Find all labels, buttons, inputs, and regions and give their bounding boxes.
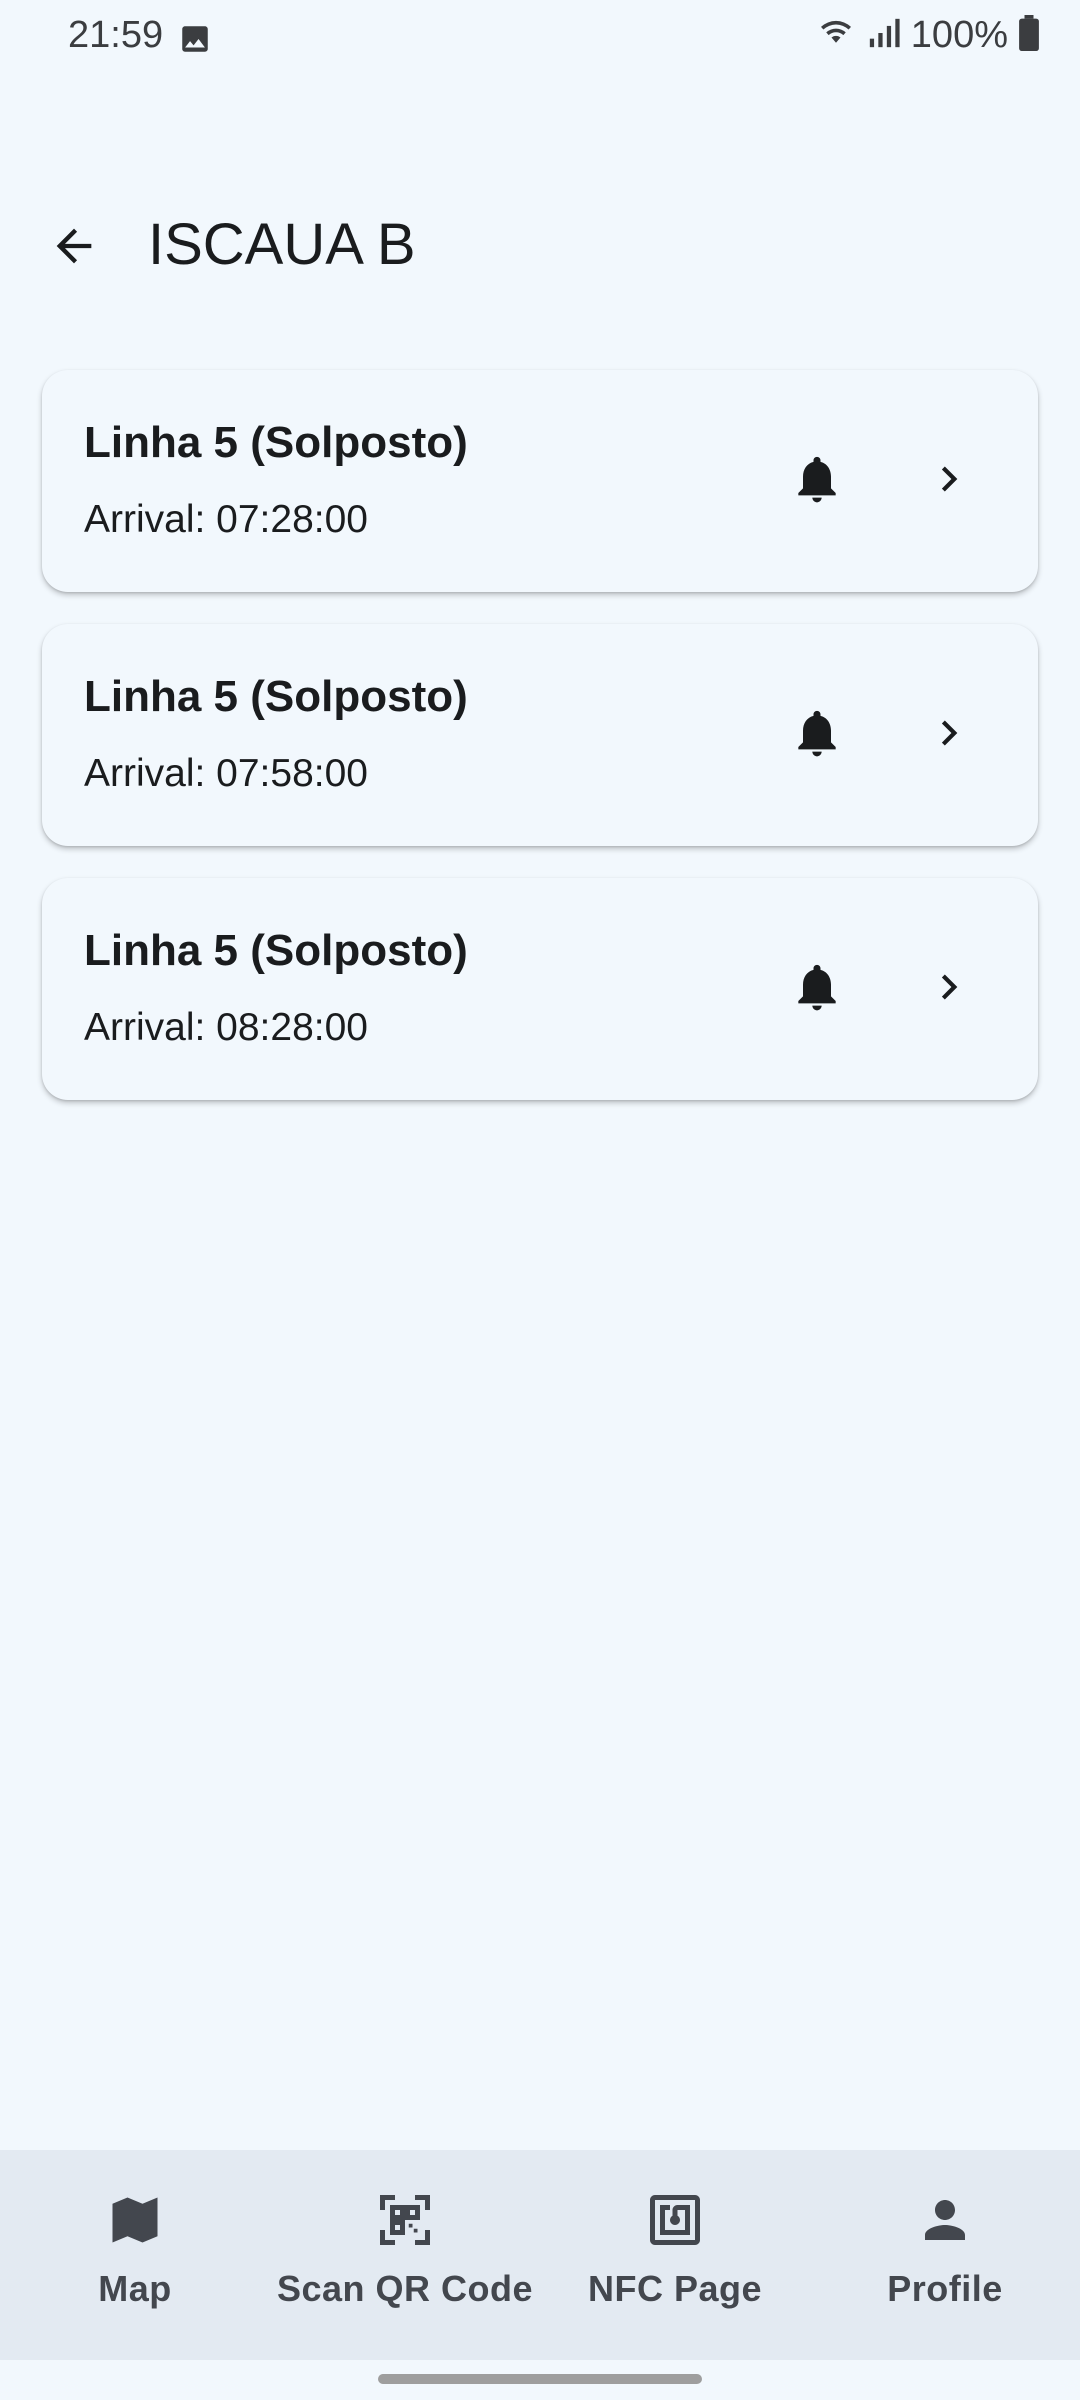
line-name: Linha 5 (Solposto)	[84, 418, 468, 467]
back-button[interactable]	[36, 210, 112, 286]
gesture-handle[interactable]	[378, 2374, 702, 2384]
bell-icon	[789, 959, 845, 1020]
battery-icon	[1018, 15, 1040, 56]
image-notification-icon	[178, 22, 212, 61]
arrival-card[interactable]: Linha 5 (Solposto) Arrival: 07:58:00	[42, 624, 1038, 846]
person-icon	[915, 2190, 975, 2250]
nav-label: NFC Page	[587, 2268, 763, 2309]
nav-item-nfc[interactable]: NFC Page	[540, 2150, 810, 2360]
page-title: ISCAUA B	[148, 212, 416, 277]
arrival-card[interactable]: Linha 5 (Solposto) Arrival: 08:28:00	[42, 878, 1038, 1100]
wifi-icon	[815, 15, 857, 56]
map-icon	[105, 2190, 165, 2250]
status-time: 21:59	[68, 14, 164, 56]
notify-button[interactable]	[772, 436, 862, 526]
notify-button[interactable]	[772, 690, 862, 780]
bell-icon	[789, 451, 845, 512]
nav-item-map[interactable]: Map	[0, 2150, 270, 2360]
bottom-navigation: Map Scan QR Code NFC Page Profile	[0, 2150, 1080, 2360]
signal-icon	[867, 16, 901, 55]
nav-item-scan-qr[interactable]: Scan QR Code	[270, 2150, 540, 2360]
app-bar: ISCAUA B	[0, 190, 1080, 300]
arrivals-list: Linha 5 (Solposto) Arrival: 07:28:00 Lin…	[42, 370, 1038, 1132]
qr-code-icon	[375, 2190, 435, 2250]
nav-label: Scan QR Code	[276, 2268, 534, 2309]
chevron-right-icon	[924, 962, 974, 1017]
open-details-button[interactable]	[904, 690, 994, 780]
nav-label: Map	[98, 2268, 172, 2309]
status-bar: 21:59 100%	[0, 0, 1080, 80]
arrival-card[interactable]: Linha 5 (Solposto) Arrival: 07:28:00	[42, 370, 1038, 592]
bell-icon	[789, 705, 845, 766]
arrow-back-icon	[48, 220, 100, 277]
arrival-time: Arrival: 07:28:00	[84, 498, 368, 541]
nav-label: Profile	[887, 2268, 1003, 2309]
chevron-right-icon	[924, 454, 974, 509]
open-details-button[interactable]	[904, 436, 994, 526]
line-name: Linha 5 (Solposto)	[84, 672, 468, 721]
status-right: 100%	[815, 14, 1040, 57]
battery-percent: 100%	[910, 14, 1008, 56]
arrival-time: Arrival: 08:28:00	[84, 1006, 368, 1049]
arrival-time: Arrival: 07:58:00	[84, 752, 368, 795]
nav-item-profile[interactable]: Profile	[810, 2150, 1080, 2360]
line-name: Linha 5 (Solposto)	[84, 926, 468, 975]
open-details-button[interactable]	[904, 944, 994, 1034]
chevron-right-icon	[924, 708, 974, 763]
notify-button[interactable]	[772, 944, 862, 1034]
nfc-icon	[645, 2190, 705, 2250]
